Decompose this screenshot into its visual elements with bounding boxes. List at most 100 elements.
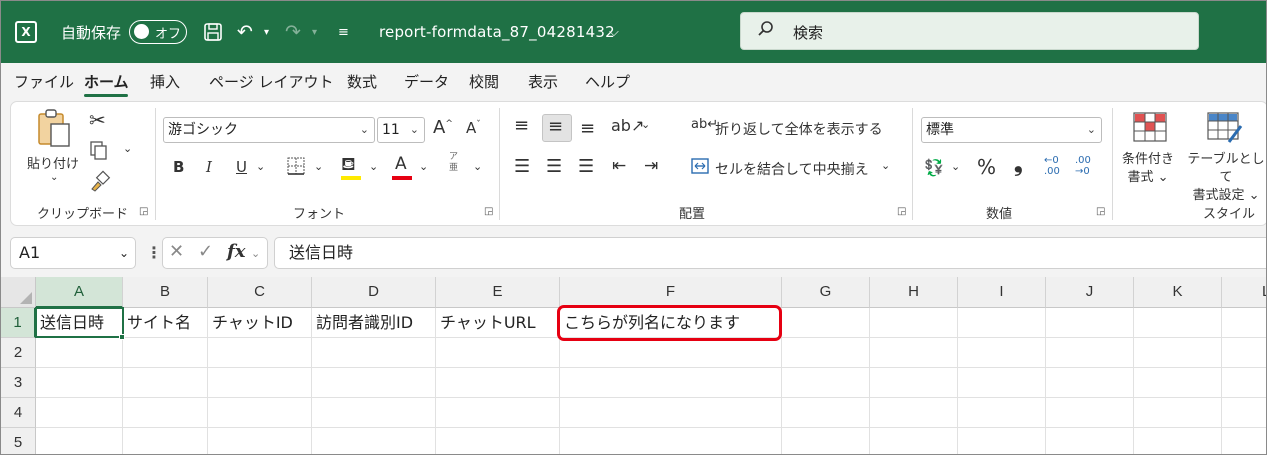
increase-decimal-icon[interactable]: ←0.00 (1044, 155, 1060, 177)
enter-icon[interactable]: ✓ (198, 241, 213, 262)
borders-icon[interactable] (286, 156, 306, 180)
grid-cell[interactable] (782, 398, 870, 428)
wrap-text-button[interactable]: 折り返して全体を表示する (715, 119, 883, 139)
grid-cell[interactable] (436, 338, 560, 368)
column-header-e[interactable]: E (436, 277, 560, 308)
font-color-dropdown-icon[interactable]: ⌄ (419, 160, 428, 173)
tab-file[interactable]: ファイル (14, 71, 74, 92)
row-header-1[interactable]: 1 (1, 308, 36, 338)
grid-cell[interactable] (958, 368, 1046, 398)
row-header-3[interactable]: 3 (1, 368, 36, 398)
cell-c1[interactable]: チャットID (208, 308, 312, 338)
grid-cell[interactable] (870, 368, 958, 398)
grid-cell[interactable] (36, 428, 123, 454)
fill-color-dropdown-icon[interactable]: ⌄ (369, 160, 378, 173)
cut-icon[interactable]: ✂ (89, 108, 106, 132)
accounting-format-icon[interactable]: 💱 (924, 158, 944, 177)
grid-cell[interactable] (312, 428, 436, 454)
grid-cell[interactable] (1222, 308, 1266, 338)
number-launcher-icon[interactable]: ◲ (1096, 206, 1105, 217)
conditional-formatting-icon[interactable] (1133, 112, 1167, 146)
column-header-b[interactable]: B (123, 277, 208, 308)
column-header-d[interactable]: D (312, 277, 436, 308)
grid-cell[interactable] (1134, 398, 1222, 428)
paste-button-label[interactable]: 貼り付け (27, 153, 79, 172)
undo-icon[interactable]: ↶ (237, 1, 253, 63)
increase-font-size-icon[interactable]: A^ (433, 117, 453, 138)
decrease-font-size-icon[interactable]: Aˇ (466, 119, 481, 137)
tab-help[interactable]: ヘルプ (585, 71, 630, 92)
accounting-dropdown-icon[interactable]: ⌄ (951, 160, 960, 173)
orientation-icon[interactable]: ab↗ (611, 116, 644, 135)
conditional-formatting-button[interactable]: 条件付き 書式 ⌄ (1122, 151, 1174, 187)
grid-cell[interactable] (123, 338, 208, 368)
copy-icon[interactable] (89, 140, 109, 164)
borders-dropdown-icon[interactable]: ⌄ (314, 160, 323, 173)
grid-cell[interactable] (1046, 368, 1134, 398)
column-header-j[interactable]: J (1046, 277, 1134, 308)
bold-button[interactable]: B (173, 158, 184, 176)
grid-cell[interactable] (958, 338, 1046, 368)
font-launcher-icon[interactable]: ◲ (484, 206, 493, 217)
paste-icon[interactable] (36, 108, 72, 152)
grid-cell[interactable] (870, 338, 958, 368)
clipboard-launcher-icon[interactable]: ◲ (139, 206, 148, 217)
grid-cell[interactable] (123, 368, 208, 398)
merge-center-dropdown-icon[interactable]: ⌄ (881, 159, 890, 172)
grid-cell[interactable] (560, 398, 782, 428)
grid-cell[interactable] (782, 428, 870, 454)
grid-cell[interactable] (782, 368, 870, 398)
font-size-select[interactable]: 11 ⌄ (377, 117, 425, 143)
format-painter-icon[interactable] (89, 170, 111, 196)
grid-cell[interactable] (123, 398, 208, 428)
grid-cell[interactable] (1046, 308, 1134, 338)
font-color-icon[interactable]: A (395, 154, 407, 174)
insert-function-button[interactable]: fx (227, 241, 245, 262)
grid-cell[interactable] (560, 338, 782, 368)
fill-color-icon[interactable]: ⛾ (341, 154, 356, 178)
cancel-icon[interactable]: ✕ (169, 241, 184, 262)
grid-cell[interactable] (436, 398, 560, 428)
grid-cell[interactable] (870, 308, 958, 338)
grid-cell[interactable] (1046, 398, 1134, 428)
column-header-l[interactable]: L (1222, 277, 1266, 308)
cell-b1[interactable]: サイト名 (123, 308, 208, 338)
number-format-select[interactable]: 標準 ⌄ (921, 117, 1102, 143)
column-header-a[interactable]: A (36, 277, 123, 308)
column-header-i[interactable]: I (958, 277, 1046, 308)
tab-insert[interactable]: 挿入 (150, 71, 180, 92)
grid-cell[interactable] (1222, 398, 1266, 428)
grid-cell[interactable] (208, 428, 312, 454)
merge-center-icon[interactable] (691, 157, 709, 179)
copy-dropdown-icon[interactable]: ⌄ (123, 142, 132, 155)
formula-input[interactable]: 送信日時 (274, 237, 1266, 269)
align-right-icon[interactable]: ☰ (578, 156, 594, 177)
align-bottom-icon[interactable]: ≡ (580, 118, 595, 139)
save-icon[interactable] (203, 1, 223, 63)
fill-handle[interactable] (119, 334, 125, 340)
redo-icon[interactable]: ↷ (285, 1, 301, 63)
grid-cell[interactable] (958, 398, 1046, 428)
align-top-icon[interactable]: ≡ (514, 115, 529, 136)
grid-cell[interactable] (1222, 368, 1266, 398)
grid-cell[interactable] (436, 428, 560, 454)
cell-e1[interactable]: チャットURL (436, 308, 560, 338)
row-header-4[interactable]: 4 (1, 398, 36, 428)
phonetic-dropdown-icon[interactable]: ⌄ (473, 160, 482, 173)
align-center-icon[interactable]: ☰ (546, 156, 562, 177)
search-box[interactable]: 検索 (740, 12, 1199, 50)
grid-cell[interactable] (312, 368, 436, 398)
grid-cell[interactable] (36, 398, 123, 428)
grid-cell[interactable] (1134, 308, 1222, 338)
column-header-f[interactable]: F (560, 277, 782, 308)
file-name-chevron-icon[interactable]: ⌵ (609, 1, 619, 63)
grid-cell[interactable] (1046, 338, 1134, 368)
decrease-decimal-icon[interactable]: .00 →0 (1075, 155, 1091, 177)
grid-cell[interactable] (1134, 368, 1222, 398)
grid-cell[interactable] (1134, 428, 1222, 454)
column-header-c[interactable]: C (208, 277, 312, 308)
grid-cell[interactable] (1046, 428, 1134, 454)
format-as-table-button[interactable]: テーブルとして 書式設定 ⌄ (1185, 151, 1266, 205)
grid-cell[interactable] (782, 338, 870, 368)
italic-button[interactable]: I (206, 158, 212, 176)
